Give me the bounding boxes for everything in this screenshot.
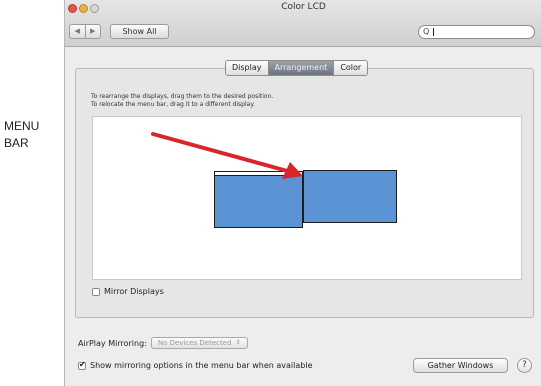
secondary-display[interactable] — [303, 170, 397, 223]
show-all-button[interactable]: Show All — [110, 24, 169, 39]
instruction-line: To rearrange the displays, drag them to … — [91, 93, 274, 100]
airplay-popup-value: No Devices Detected — [157, 339, 232, 347]
airplay-label: AirPlay Mirroring: — [78, 338, 147, 348]
annotation-line-1: MENU — [4, 119, 40, 133]
search-icon: Q — [423, 27, 430, 36]
menu-bar-annotation: MENU BAR — [4, 118, 64, 152]
airplay-row: AirPlay Mirroring: No Devices Detected ⇕ — [78, 337, 248, 349]
show-mirroring-checkbox[interactable] — [78, 360, 86, 370]
annotation-line-2: BAR — [4, 136, 29, 150]
text-caret — [433, 28, 434, 36]
mirror-displays-label: Mirror Displays — [104, 287, 164, 296]
back-button[interactable]: ◀ — [70, 25, 85, 38]
window-title: Color LCD — [281, 2, 326, 12]
forward-button[interactable]: ▶ — [84, 25, 101, 38]
search-input[interactable]: Q — [418, 25, 535, 39]
show-mirroring-label: Show mirroring options in the menu bar w… — [90, 361, 313, 370]
nav-buttons: ◀ ▶ — [69, 24, 101, 39]
updown-arrows-icon: ⇕ — [235, 339, 241, 346]
tab-display[interactable]: Display — [226, 61, 268, 75]
primary-display[interactable] — [214, 171, 303, 228]
instruction-line: To relocate the menu bar, drag it to a d… — [91, 101, 255, 108]
instructions-text: To rearrange the displays, drag them to … — [91, 93, 273, 109]
mirror-displays-checkbox[interactable] — [92, 287, 100, 296]
display-arrangement-area[interactable] — [92, 116, 522, 280]
preferences-window: Color LCD ◀ ▶ Show All Q Display Arrange… — [64, 0, 541, 386]
tab-color[interactable]: Color — [333, 61, 368, 75]
tab-arrangement[interactable]: Arrangement — [267, 61, 334, 75]
tab-bar: Display Arrangement Color — [225, 60, 369, 76]
help-button[interactable]: ? — [517, 358, 532, 373]
show-mirroring-row[interactable]: Show mirroring options in the menu bar w… — [78, 360, 313, 370]
menu-bar-strip[interactable] — [215, 172, 302, 176]
gather-windows-button[interactable]: Gather Windows — [413, 358, 508, 373]
titlebar: Color LCD ◀ ▶ Show All Q — [65, 0, 541, 47]
mirror-displays-row[interactable]: Mirror Displays — [92, 287, 164, 296]
airplay-popup[interactable]: No Devices Detected ⇕ — [150, 337, 248, 349]
